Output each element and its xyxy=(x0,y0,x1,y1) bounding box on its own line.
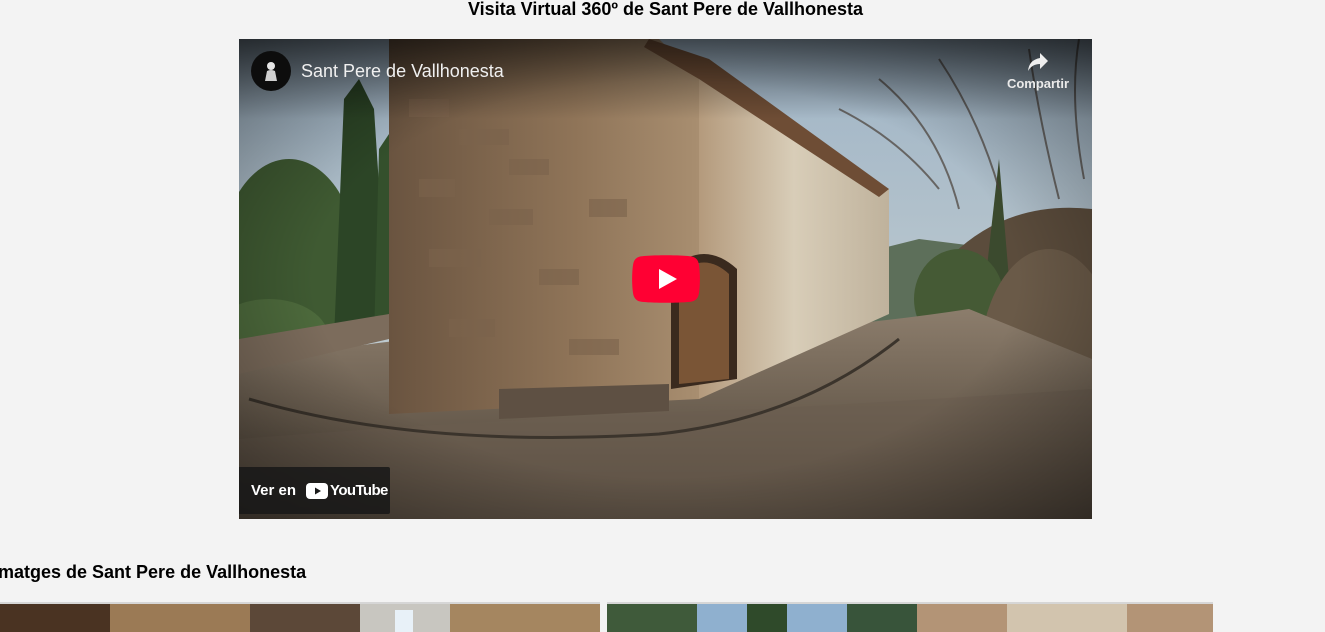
page: Visita Virtual 360º de Sant Pere de Vall… xyxy=(0,0,1325,632)
watch-on-youtube-button[interactable]: Ver en YouTube xyxy=(239,467,390,514)
share-button[interactable]: Compartir xyxy=(998,51,1078,93)
gallery-heading: Imatges de Sant Pere de Vallhonesta xyxy=(0,562,307,582)
youtube-wordmark: YouTube xyxy=(330,482,388,499)
page-title: Visita Virtual 360º de Sant Pere de Vall… xyxy=(467,0,864,19)
play-icon[interactable] xyxy=(632,255,700,303)
share-label: Compartir xyxy=(1006,76,1070,91)
share-arrow-icon xyxy=(1028,53,1048,71)
church-exterior-photo[interactable] xyxy=(607,602,1213,632)
youtube-logo-icon: YouTube xyxy=(306,482,388,499)
watch-on-label: Ver en xyxy=(251,482,297,499)
video-player[interactable]: Sant Pere de Vallhonesta Compartir Ver e… xyxy=(239,39,1092,519)
video-title[interactable]: Sant Pere de Vallhonesta xyxy=(301,60,504,82)
channel-avatar-icon[interactable] xyxy=(251,51,291,91)
church-interior-photo[interactable] xyxy=(0,602,600,632)
